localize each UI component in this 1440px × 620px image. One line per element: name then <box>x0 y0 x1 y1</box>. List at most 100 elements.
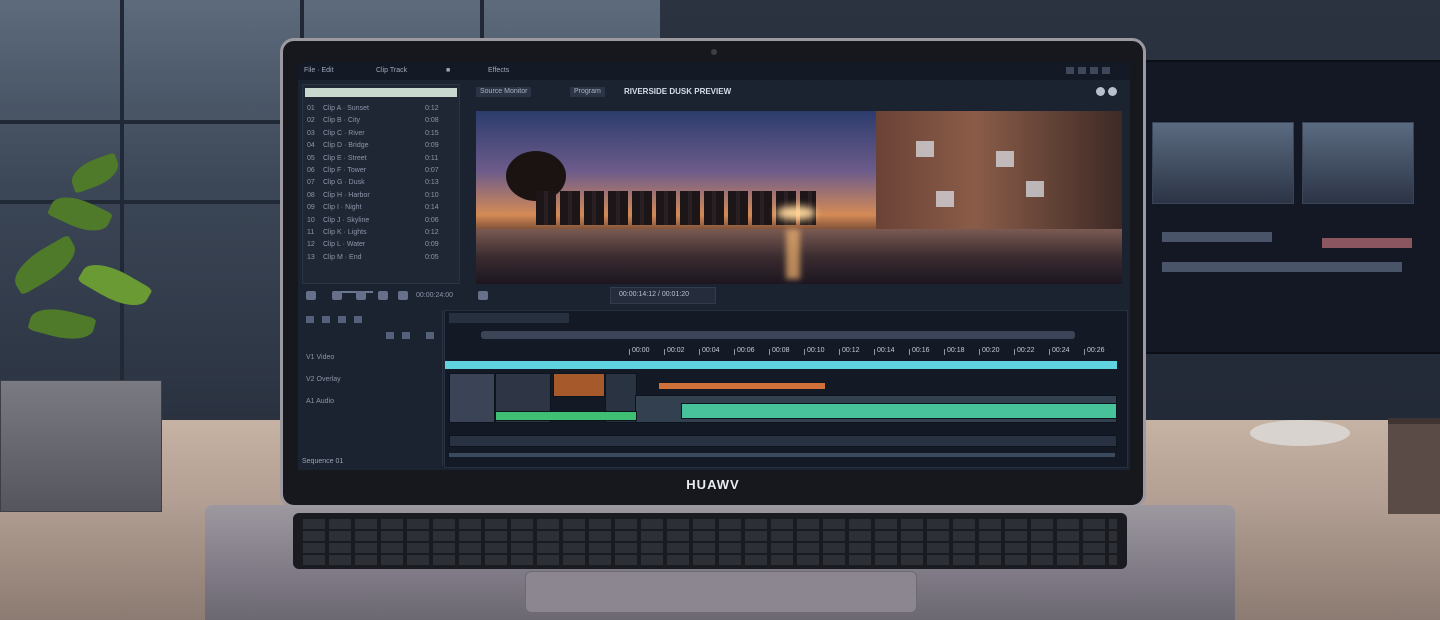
timeline-tab[interactable] <box>449 313 569 323</box>
media-item-name: Clip E · Street <box>323 154 367 162</box>
timeline-panel[interactable]: 00:00 00:02 00:04 00:06 00:08 00:10 00:12 00:14… <box>444 310 1128 468</box>
plant <box>7 152 160 390</box>
ruler-label: 00:24 <box>1052 347 1070 354</box>
info-icon[interactable] <box>1108 87 1117 96</box>
media-item-duration: 0:12 <box>425 105 439 112</box>
tab-program[interactable]: Program <box>570 87 605 97</box>
minimize-icon[interactable] <box>1066 67 1074 74</box>
tab-source-monitor[interactable]: Source Monitor <box>476 87 532 97</box>
ruler-tick <box>944 349 945 355</box>
media-list-item[interactable]: 01 Clip A · Sunset 0:12 <box>307 105 455 114</box>
play-icon[interactable] <box>356 291 366 300</box>
track-label-v2: V2 Overlay <box>306 376 341 383</box>
media-item-name: Clip C · River <box>323 129 365 137</box>
ruler-tick <box>734 349 735 355</box>
menubar: File · Edit Clip Track ■ Effects <box>298 62 1130 80</box>
clip-audio-track-2[interactable] <box>449 435 1117 447</box>
media-item-index: 04 <box>307 142 315 150</box>
pot <box>0 380 162 512</box>
menu-clip[interactable]: Clip Track <box>376 67 407 74</box>
computer-mouse <box>1250 420 1350 446</box>
select-tool-icon[interactable] <box>306 316 314 323</box>
media-item-index: 10 <box>307 216 315 224</box>
media-list-item[interactable]: 08 Clip H · Harbor 0:10 <box>307 192 455 201</box>
ruler-label: 00:14 <box>877 347 895 354</box>
settings-icon[interactable] <box>1096 87 1105 96</box>
city-skyline <box>536 191 816 225</box>
timeline-scrollbar[interactable] <box>481 331 1075 339</box>
ruler-label: 00:18 <box>947 347 965 354</box>
media-item-index: 08 <box>307 191 315 199</box>
media-item-duration: 0:09 <box>425 142 439 150</box>
link-icon[interactable] <box>402 332 410 339</box>
media-item-duration: 0:06 <box>425 216 439 224</box>
menu-effects[interactable]: Effects <box>488 67 509 74</box>
hand-tool-icon[interactable] <box>338 316 346 323</box>
step-forward-icon[interactable] <box>378 291 388 300</box>
ruler-label: 00:20 <box>982 347 1000 354</box>
media-item-name: Clip F · Tower <box>323 167 367 174</box>
menu-file[interactable]: File · Edit <box>304 67 334 74</box>
media-item-index: 09 <box>307 204 315 212</box>
media-list-item[interactable]: 03 Clip C · River 0:15 <box>307 130 455 139</box>
media-item-name: Clip B · City <box>323 117 360 125</box>
media-list-item[interactable]: 05 Clip E · Street 0:11 <box>307 155 455 164</box>
clip-v1-a[interactable] <box>449 373 495 423</box>
media-panel: 01 Clip A · Sunset 0:12 02 Clip B · City 0:08… <box>302 84 460 293</box>
step-back-icon[interactable] <box>332 291 342 300</box>
media-item-index: 05 <box>307 154 315 162</box>
clip-v2-orange[interactable] <box>553 373 605 397</box>
media-item-duration: 0:11 <box>425 154 439 162</box>
media-duration: 00:00:24:00 <box>416 292 453 299</box>
media-item-duration: 0:07 <box>425 167 439 174</box>
media-item-index: 11 <box>307 229 315 236</box>
media-list-item[interactable]: 09 Clip I · Night 0:14 <box>307 204 455 213</box>
media-list-item[interactable]: 12 Clip L · Water 0:09 <box>307 241 455 250</box>
media-list-item[interactable]: 11 Clip K · Lights 0:12 <box>307 229 455 238</box>
viewer-title: RIVERSIDE DUSK PREVIEW <box>624 87 732 96</box>
close-icon[interactable] <box>1102 67 1110 74</box>
sequence-status: Sequence 01 <box>302 458 344 465</box>
ruler-tick <box>839 349 840 355</box>
in-point-icon[interactable] <box>306 291 316 300</box>
media-list-item[interactable]: 06 Clip F · Tower 0:07 <box>307 167 455 176</box>
ruler-label: 00:12 <box>842 347 860 354</box>
media-item-index: 13 <box>307 253 315 261</box>
media-list-item[interactable]: 02 Clip B · City 0:08 <box>307 117 455 126</box>
clip-a1-green[interactable] <box>495 411 637 421</box>
menu-stop-icon[interactable]: ■ <box>446 67 450 74</box>
video-preview[interactable] <box>476 111 1122 284</box>
media-item-index: 02 <box>307 117 315 125</box>
ruler-label: 00:22 <box>1017 347 1035 354</box>
menu-icon[interactable] <box>1090 67 1098 74</box>
media-item-duration: 0:09 <box>425 241 439 249</box>
building <box>876 111 1122 231</box>
media-item-name: Clip I · Night <box>323 204 362 212</box>
tool-panel: V1 Video V2 Overlay A1 Audio <box>302 310 443 466</box>
playhead-range[interactable] <box>445 361 1117 369</box>
zoom-tool-icon[interactable] <box>354 316 362 323</box>
media-item-index: 06 <box>307 167 315 174</box>
media-list-item[interactable]: 07 Clip G · Dusk 0:13 <box>307 179 455 188</box>
track-label-a1: A1 Audio <box>306 398 335 405</box>
ruler-label: 00:10 <box>807 347 825 354</box>
media-item-name: Clip A · Sunset <box>323 105 369 112</box>
loop-icon[interactable] <box>398 291 408 300</box>
media-item-duration: 0:10 <box>425 191 439 199</box>
ruler-label: 00:02 <box>667 347 685 354</box>
clip-orange-strip[interactable] <box>659 383 825 389</box>
media-item-duration: 0:08 <box>425 117 439 125</box>
snap-icon[interactable] <box>386 332 394 339</box>
media-item-duration: 0:14 <box>425 204 439 212</box>
export-icon[interactable] <box>478 291 488 300</box>
media-list-item[interactable]: 10 Clip J · Skyline 0:06 <box>307 217 455 226</box>
media-list-item[interactable]: 13 Clip M · End 0:05 <box>307 254 455 263</box>
clip-audio-track-3[interactable] <box>449 453 1115 457</box>
editor-screen: File · Edit Clip Track ■ Effects 01 Clip … <box>298 62 1130 470</box>
razor-tool-icon[interactable] <box>322 316 330 323</box>
media-list-item[interactable]: 04 Clip D · Bridge 0:09 <box>307 142 455 151</box>
clip-audio-green[interactable] <box>681 403 1117 419</box>
marker-icon[interactable] <box>426 332 434 339</box>
maximize-icon[interactable] <box>1078 67 1086 74</box>
timeline-ruler: 00:00 00:02 00:04 00:06 00:08 00:10 00:12 00:14… <box>449 347 1121 357</box>
